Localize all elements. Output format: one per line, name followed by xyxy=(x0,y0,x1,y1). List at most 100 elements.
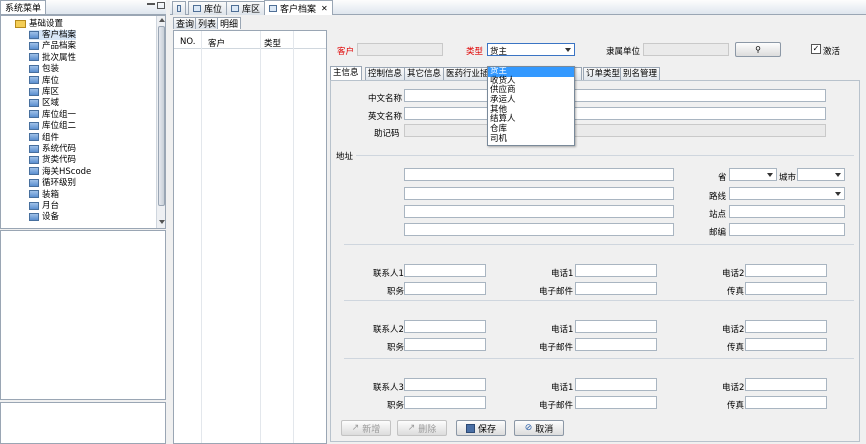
tree-item[interactable]: 产品档案 xyxy=(29,41,76,51)
contact-label: 联系人3 xyxy=(373,383,404,393)
tree-item[interactable]: 海关HScode xyxy=(29,167,91,177)
col-type[interactable]: 类型 xyxy=(264,37,281,49)
tree-item[interactable]: 组件 xyxy=(29,133,59,143)
customer-label: 客户 xyxy=(337,47,355,57)
job-label: 职务 xyxy=(387,401,405,411)
en-name-input[interactable] xyxy=(404,107,826,120)
add-button[interactable]: ↗ 新增 xyxy=(341,420,391,436)
tree-item[interactable]: 装箱 xyxy=(29,190,59,200)
tree-item[interactable]: 货类代码 xyxy=(29,155,76,165)
job-label: 职务 xyxy=(387,287,405,297)
contact-label: 联系人2 xyxy=(373,325,404,335)
close-icon[interactable]: ✕ xyxy=(321,4,328,13)
tree-item[interactable]: 包装 xyxy=(29,64,59,74)
active-checkbox[interactable]: ✓ xyxy=(811,44,821,54)
tree-scrollbar[interactable] xyxy=(156,16,165,228)
job-input[interactable] xyxy=(404,338,486,351)
address-line2[interactable] xyxy=(404,187,674,200)
scroll-down-icon[interactable] xyxy=(159,220,165,224)
cancel-button[interactable]: ⊘ 取消 xyxy=(514,420,564,436)
phone1-input[interactable] xyxy=(575,320,657,333)
save-button[interactable]: 保存 xyxy=(456,420,506,436)
tree-item[interactable]: 库区 xyxy=(29,87,59,97)
zip-input[interactable] xyxy=(729,223,845,236)
city-select[interactable] xyxy=(797,168,845,181)
left-panel-tab[interactable]: 系统菜单 xyxy=(0,0,47,14)
view-tab-list[interactable]: 列表 xyxy=(195,17,220,30)
subtab-pharma[interactable]: 医药行业插 xyxy=(443,67,489,80)
phone2-label: 电话2 xyxy=(722,269,745,279)
tree-item[interactable]: 客户档案 xyxy=(29,30,77,40)
mnemonic-input[interactable] xyxy=(404,124,826,137)
editor-tab-bar: 库位 库区 客户档案 ✕ xyxy=(170,0,866,15)
subtab-control[interactable]: 控制信息 xyxy=(365,67,406,80)
tree-item[interactable]: 区域 xyxy=(29,98,59,108)
list-divider xyxy=(293,31,294,443)
tree-item[interactable]: 库位 xyxy=(29,76,59,86)
subtab-other[interactable]: 其它信息 xyxy=(404,67,445,80)
phone1-input[interactable] xyxy=(575,378,657,391)
job-input[interactable] xyxy=(404,282,486,295)
contact-input[interactable] xyxy=(404,320,486,333)
tree-item[interactable]: 批次属性 xyxy=(29,53,76,63)
fax-input[interactable] xyxy=(745,338,827,351)
email-input[interactable] xyxy=(575,282,657,295)
address-line4[interactable] xyxy=(404,223,674,236)
type-select[interactable]: 货主 xyxy=(487,43,575,57)
lookup-button[interactable]: ⚲ xyxy=(735,42,781,57)
view-tab-query[interactable]: 查询 xyxy=(173,17,198,30)
col-customer[interactable]: 客户 xyxy=(208,37,225,49)
subtab-alias[interactable]: 别名管理 xyxy=(620,67,661,80)
editor-tab-customer[interactable]: 客户档案 ✕ xyxy=(264,0,333,15)
customer-code-input[interactable] xyxy=(357,43,443,56)
contact-separator xyxy=(344,358,854,359)
view-tab-detail[interactable]: 明细 xyxy=(217,17,242,30)
fax-input[interactable] xyxy=(745,282,827,295)
dropdown-items: 货主 收货人 供应商 承运人 其他 结算人 仓库 司机 xyxy=(488,67,574,145)
left-bottom-panel xyxy=(0,402,166,444)
scroll-thumb[interactable] xyxy=(158,26,165,206)
delete-button[interactable]: ↗ 删除 xyxy=(397,420,447,436)
email-input[interactable] xyxy=(575,396,657,409)
editor-tab-zone[interactable]: 库区 xyxy=(226,1,266,15)
belong-unit-input[interactable] xyxy=(643,43,729,56)
job-input[interactable] xyxy=(404,396,486,409)
tree-root[interactable]: 基础设置 xyxy=(15,19,63,29)
tree-item[interactable]: 库位组一 xyxy=(29,110,76,120)
address-line1[interactable] xyxy=(404,168,674,181)
document-icon xyxy=(29,87,39,96)
minimize-icon[interactable] xyxy=(147,3,155,5)
phone2-input[interactable] xyxy=(745,320,827,333)
phone1-input[interactable] xyxy=(575,264,657,277)
contact-input[interactable] xyxy=(404,378,486,391)
document-icon xyxy=(29,121,39,130)
scroll-up-icon[interactable] xyxy=(159,18,165,22)
col-no[interactable]: NO. xyxy=(180,37,195,47)
cn-name-input[interactable] xyxy=(404,89,826,102)
document-icon xyxy=(29,190,39,199)
editor-tab-location[interactable]: 库位 xyxy=(188,1,228,15)
type-select-value: 货主 xyxy=(490,47,508,57)
fax-input[interactable] xyxy=(745,396,827,409)
subtab-hidden[interactable] xyxy=(574,67,582,80)
phone2-input[interactable] xyxy=(745,378,827,391)
type-option[interactable]: 司机 xyxy=(488,134,574,145)
tree-item[interactable]: 库位组二 xyxy=(29,121,76,131)
phone2-input[interactable] xyxy=(745,264,827,277)
tree-item[interactable]: 循环级别 xyxy=(29,178,76,188)
tree-item[interactable]: 月台 xyxy=(29,201,59,211)
editor-tab-home[interactable] xyxy=(172,1,186,15)
subtab-main[interactable]: 主信息 xyxy=(330,66,362,80)
address-line3[interactable] xyxy=(404,205,674,218)
list-divider xyxy=(201,31,202,443)
subtab-order-type[interactable]: 订单类型 xyxy=(583,67,624,80)
email-input[interactable] xyxy=(575,338,657,351)
contact-input[interactable] xyxy=(404,264,486,277)
folder-open-icon xyxy=(15,19,26,28)
tree-item[interactable]: 系统代码 xyxy=(29,144,76,154)
route-select[interactable] xyxy=(729,187,845,200)
tree-item[interactable]: 设备 xyxy=(29,212,59,222)
province-select[interactable] xyxy=(729,168,777,181)
station-input[interactable] xyxy=(729,205,845,218)
maximize-icon[interactable] xyxy=(157,2,165,9)
